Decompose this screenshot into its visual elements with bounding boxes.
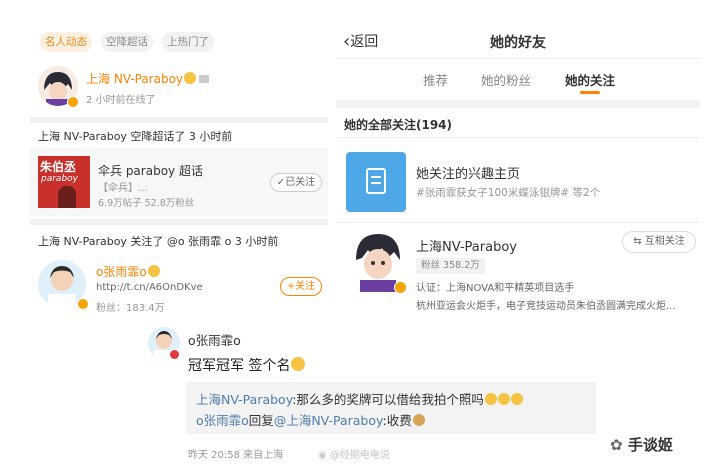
tab-airdrop-topics[interactable]: 空降超话 [101,32,153,52]
comment-text: 冠军冠军 签个名 [188,355,306,375]
reply-line[interactable]: 上海NV-Paraboy:那么多的奖牌可以借给我拍个照吗 [196,389,523,408]
crown-emoji-icon [147,265,160,277]
fans-badge: 粉丝 358.2万 [416,258,485,274]
page-title: 她的好友 [490,35,546,51]
topic-stats: 6.9万帖子 52.8万粉丝 [98,198,195,209]
smile-emoji-icon [291,357,306,371]
emoji-icon [484,393,497,405]
divider [336,222,700,223]
check-icon: ✓ [276,177,286,188]
topic-subtitle: 【伞兵】... [98,183,148,194]
divider [336,137,700,138]
topic-thumbnail: 朱伯丞 paraboy [38,156,90,208]
divider [30,117,328,123]
brand-watermark: ✿ 手谈姬 [610,436,673,454]
follow-button[interactable]: +关注 [280,277,322,296]
verified-badge-icon [77,298,89,310]
emoji-icon [510,393,523,405]
user-fans: 粉丝：183.4万 [96,303,165,314]
emoji-icon [184,72,197,84]
back-button[interactable]: ‹返回 [343,31,378,52]
divider [30,219,328,225]
topic-title: 伞兵 paraboy 超话 [98,164,203,178]
tab-trending[interactable]: 上热门了 [162,32,214,52]
tab-her-fans[interactable]: 她的粉丝 [481,70,531,89]
verified-badge-icon [394,281,407,294]
active-tab-indicator [580,91,600,94]
thumb-text: 朱伯丞 [40,160,77,174]
level-icon [199,75,210,83]
user-name[interactable]: 上海NV-Paraboy [416,236,517,255]
document-icon [366,168,386,194]
activity-header: 上海 NV-Paraboy 空降超话了 3 小时前 [38,130,233,143]
reply-line[interactable]: o张雨霏o回复@上海NV-Paraboy:收费 [196,410,425,429]
user-link[interactable]: http://t.cn/A6OnDKve [96,282,203,293]
tab-recommended[interactable]: 推荐 [423,70,448,89]
followed-button[interactable]: ✓已关注 [270,173,322,192]
divider [336,58,700,59]
all-following-count: 她的全部关注(194) [344,118,453,132]
dog-emoji-icon [412,414,425,426]
user-name[interactable]: o张雨霏o [96,263,160,280]
verified-badge-icon [67,96,79,108]
interest-title[interactable]: 她关注的兴趣主页 [416,163,520,182]
profile-name[interactable]: 上海 NV-Paraboy [86,70,210,87]
user-description: 杭州亚运会火炬手，电子竞技运动员朱伯丞圆满完成火炬... [416,301,676,312]
emoji-icon [497,393,510,405]
activity-header: 上海 NV-Paraboy 关注了 @o 张雨霏 o 3 小时前 [38,235,279,248]
person-silhouette-icon [58,186,76,208]
comment-meta: 昨天 20:58 来自上海 [188,450,284,461]
verified-badge-icon [169,349,180,360]
interest-page-icon[interactable] [346,152,406,212]
verification-text: 认证：上海NOVA和平精英项目选手 [416,283,575,294]
tab-celebrity-news[interactable]: 名人动态 [40,32,92,52]
wechat-logo-icon: ✿ [610,436,623,454]
divider [336,100,700,108]
comment-author[interactable]: o张雨霏o [188,330,241,349]
interest-subtitle: #张雨霏获女子100米蝶泳银牌# 等2个 [416,187,601,199]
swap-arrows-icon: ⇆ [633,236,642,247]
thumb-subtext: paraboy [41,174,78,184]
mutual-follow-button[interactable]: ⇆ 互相关注 [622,231,696,253]
tab-her-following[interactable]: 她的关注 [565,70,615,89]
weibo-logo-icon: ◉ [318,450,327,461]
weibo-watermark: ◉ @经期电电说 [318,450,390,461]
online-status: 2 小时前在线了 [86,95,156,106]
